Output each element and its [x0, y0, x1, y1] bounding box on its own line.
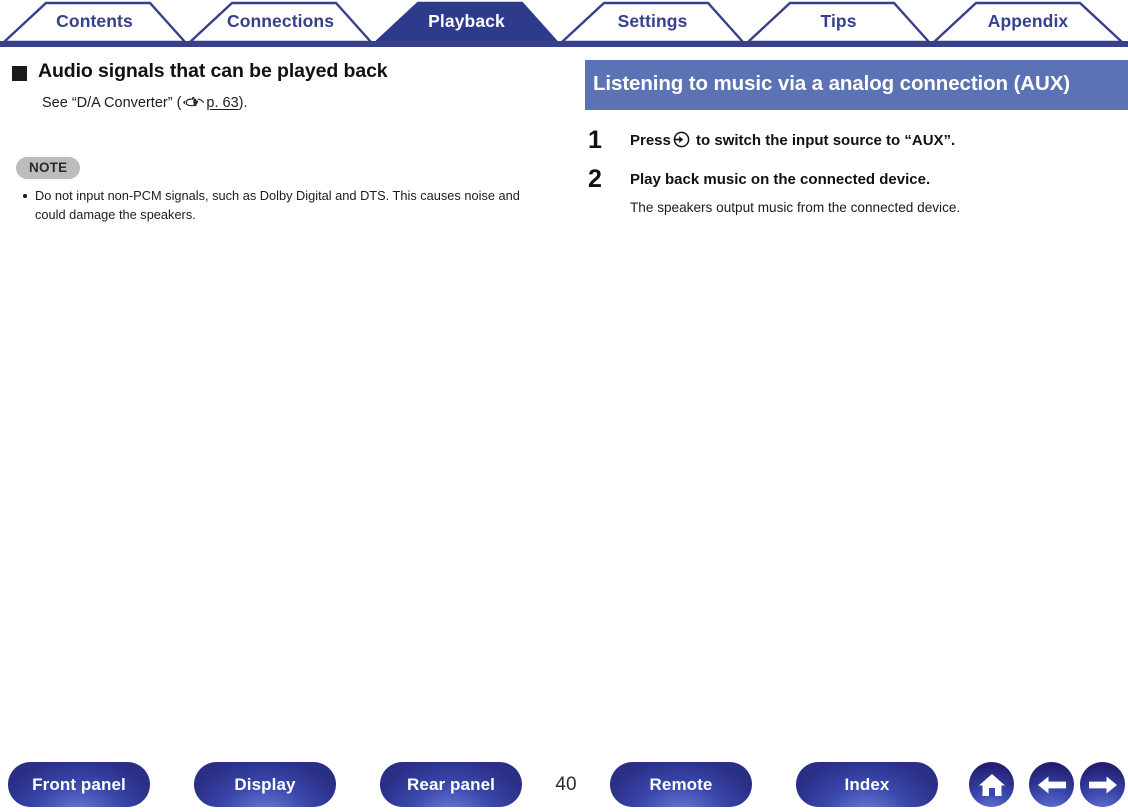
step-item: 1 Press to switch the input source to “A…	[585, 126, 1128, 155]
rear-panel-button[interactable]: Rear panel	[380, 762, 522, 807]
tab-bar: Contents Connections Playback Settings T…	[0, 0, 1128, 47]
cross-reference-suffix: ).	[238, 95, 248, 112]
step-title-suffix: to switch the input source to “AUX”.	[696, 132, 956, 150]
pointing-hand-icon	[182, 95, 205, 116]
display-button[interactable]: Display	[194, 762, 336, 807]
note-item: Do not input non-PCM signals, such as Do…	[22, 187, 548, 223]
step-item: 2 Play back music on the connected devic…	[585, 164, 1128, 217]
left-column: Audio signals that can be played back Se…	[0, 47, 570, 224]
page-content: Audio signals that can be played back Se…	[0, 47, 1128, 747]
page-number: 40	[555, 774, 577, 795]
tab-playback-label: Playback	[428, 11, 505, 31]
step-title-prefix: Press	[630, 132, 671, 150]
square-bullet-icon	[12, 66, 27, 81]
arrow-right-icon[interactable]	[1080, 762, 1125, 807]
cross-reference-prefix: See “D/A Converter” (	[42, 95, 182, 112]
step-body: Play back music on the connected device.…	[630, 168, 1128, 217]
footer-nav: Front panel Display Rear panel 40 Remote…	[0, 762, 1128, 812]
step-title: Play back music on the connected device.	[630, 170, 931, 188]
cross-reference-link[interactable]: p. 63	[206, 95, 238, 111]
step-subtext: The speakers output music from the conne…	[630, 199, 961, 215]
note-list: Do not input non-PCM signals, such as Do…	[22, 187, 548, 223]
index-button[interactable]: Index	[796, 762, 938, 807]
steps-list: 1 Press to switch the input source to “A…	[585, 126, 1128, 217]
section-header-title: Listening to music via a analog connecti…	[585, 60, 1128, 111]
tab-contents-label: Contents	[56, 11, 133, 31]
note-badge: NOTE	[16, 157, 81, 180]
input-source-icon	[673, 131, 690, 154]
front-panel-button[interactable]: Front panel	[8, 762, 150, 807]
arrow-left-icon[interactable]	[1029, 762, 1074, 807]
tab-connections-label: Connections	[226, 11, 335, 31]
step-body: Press to switch the input source to “AUX…	[630, 129, 1128, 154]
section-heading: Audio signals that can be played back	[12, 59, 548, 83]
tab-tips-label: Tips	[820, 11, 857, 31]
cross-reference-line: See “D/A Converter” ( p. 63).	[42, 93, 548, 116]
section-heading-text: Audio signals that can be played back	[38, 60, 388, 82]
remote-button[interactable]: Remote	[610, 762, 752, 807]
step-number: 1	[588, 126, 602, 155]
home-icon[interactable]	[969, 762, 1014, 807]
right-column: Listening to music via a analog connecti…	[585, 47, 1128, 230]
tab-settings-label: Settings	[617, 11, 688, 31]
step-title: Press to switch the input source to “AUX…	[630, 131, 1128, 154]
step-number: 2	[588, 164, 602, 193]
tab-appendix-label: Appendix	[987, 11, 1069, 31]
